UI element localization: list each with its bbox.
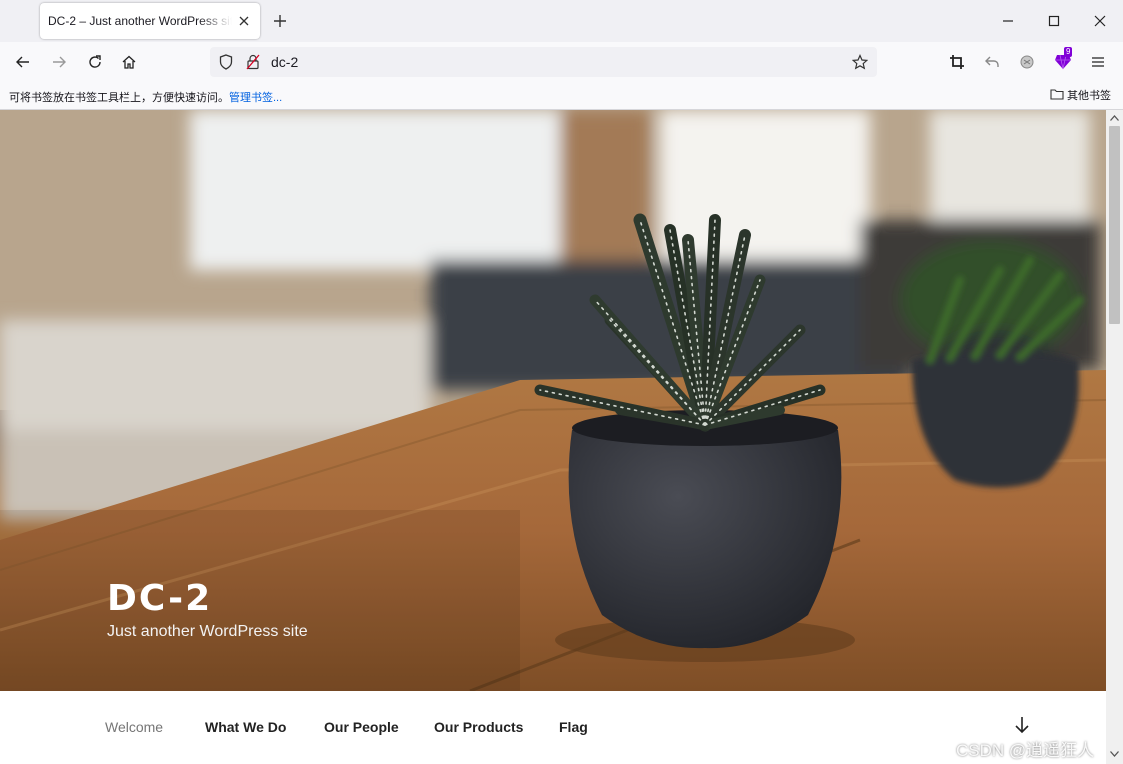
main-navigation: Welcome What We Do Our People Our Produc… bbox=[0, 691, 1106, 764]
navigation-toolbar: dc-2 9 bbox=[0, 42, 1123, 82]
site-title[interactable]: DC-2 bbox=[107, 578, 212, 619]
home-icon[interactable] bbox=[118, 51, 140, 73]
back-icon[interactable] bbox=[12, 51, 34, 73]
scroll-down-arrow-icon[interactable] bbox=[1109, 748, 1120, 760]
maximize-icon[interactable] bbox=[1044, 11, 1064, 31]
menu-item-our-people[interactable]: Our People bbox=[324, 719, 399, 735]
site-description: Just another WordPress site bbox=[107, 623, 308, 640]
folder-icon bbox=[1050, 88, 1064, 103]
vertical-scrollbar[interactable] bbox=[1106, 110, 1123, 764]
tab-strip: DC-2 – Just another WordPress site bbox=[0, 0, 1123, 42]
page-viewport: DC-2 Just another WordPress site Welcome… bbox=[0, 110, 1106, 764]
minimize-icon[interactable] bbox=[998, 11, 1018, 31]
bookmarks-hint-text: 可将书签放在书签工具栏上，方便快速访问。 bbox=[9, 92, 229, 104]
menu-item-welcome[interactable]: Welcome bbox=[105, 719, 163, 735]
scrollbar-thumb[interactable] bbox=[1109, 126, 1120, 324]
menu-icon[interactable] bbox=[1087, 51, 1109, 73]
star-icon[interactable] bbox=[852, 54, 868, 70]
header-image: DC-2 Just another WordPress site bbox=[0, 110, 1106, 691]
forward-icon[interactable] bbox=[48, 51, 70, 73]
url-text[interactable]: dc-2 bbox=[271, 54, 298, 70]
crop-icon[interactable] bbox=[946, 51, 968, 73]
menu-item-our-products[interactable]: Our Products bbox=[434, 719, 523, 735]
tab-active[interactable]: DC-2 – Just another WordPress site bbox=[40, 3, 260, 39]
scroll-up-arrow-icon[interactable] bbox=[1109, 112, 1120, 124]
extension-icon[interactable] bbox=[1016, 51, 1038, 73]
shield-icon[interactable] bbox=[218, 54, 234, 70]
other-bookmarks-label: 其他书签 bbox=[1067, 90, 1111, 102]
watermark: CSDN @逍遥狂人 bbox=[956, 741, 1095, 760]
menu-item-flag[interactable]: Flag bbox=[559, 719, 588, 735]
close-icon[interactable] bbox=[1090, 11, 1110, 31]
bookmarks-hint: 可将书签放在书签工具栏上，方便快速访问。管理书签... bbox=[9, 89, 282, 105]
arrow-down-icon[interactable] bbox=[1012, 715, 1032, 735]
extension-badge: 9 bbox=[1064, 47, 1073, 57]
undo-icon[interactable] bbox=[981, 51, 1003, 73]
plus-icon[interactable] bbox=[270, 11, 290, 31]
manage-bookmarks-link[interactable]: 管理书签... bbox=[229, 92, 282, 104]
reload-icon[interactable] bbox=[84, 51, 106, 73]
menu-item-what-we-do[interactable]: What We Do bbox=[205, 719, 286, 735]
lock-icon[interactable] bbox=[245, 54, 261, 70]
other-bookmarks-button[interactable]: 其他书签 bbox=[1050, 87, 1111, 103]
close-icon[interactable] bbox=[236, 13, 252, 29]
url-bar[interactable]: dc-2 bbox=[210, 47, 877, 77]
bookmarks-toolbar: 可将书签放在书签工具栏上，方便快速访问。管理书签... 其他书签 bbox=[0, 82, 1123, 110]
tab-title: DC-2 – Just another WordPress site bbox=[48, 14, 232, 28]
